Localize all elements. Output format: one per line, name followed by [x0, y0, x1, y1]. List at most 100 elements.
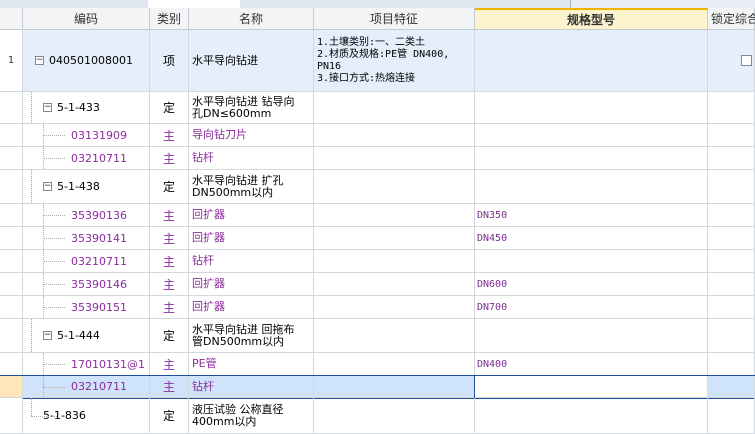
code-cell[interactable]: 03210711 — [23, 250, 150, 273]
name-column-header[interactable]: 名称 — [189, 8, 314, 30]
features-cell[interactable] — [314, 170, 475, 204]
material-row[interactable]: 03210711 主钻杆 — [0, 147, 755, 170]
category-cell[interactable]: 定 — [150, 398, 189, 434]
spec-cell[interactable]: DN600 — [475, 273, 708, 296]
code-cell[interactable]: −5-1-438 — [23, 170, 150, 204]
bill-item-row[interactable]: 1−040501008001 项水平导向钻进 1.土壤类别:一、二类土 2.材质及规… — [0, 30, 755, 92]
code-column-header[interactable]: 编码 — [23, 8, 150, 30]
lock-cell[interactable] — [708, 273, 755, 296]
lock-cell[interactable] — [708, 124, 755, 147]
name-cell[interactable]: 水平导向钻进 扩孔 DN500mm以内 — [189, 170, 314, 204]
category-cell[interactable]: 主 — [150, 273, 189, 296]
category-cell[interactable]: 主 — [150, 124, 189, 147]
row-number[interactable] — [0, 250, 23, 273]
lock-cell[interactable] — [708, 147, 755, 170]
material-row[interactable]: 35390136 主回扩器 DN350 — [0, 204, 755, 227]
code-cell[interactable]: −5-1-433 — [23, 92, 150, 124]
code-cell[interactable]: 5-1-836 — [23, 398, 150, 434]
features-column-header[interactable]: 项目特征 — [314, 8, 475, 30]
lock-cell[interactable] — [708, 319, 755, 353]
lock-cell[interactable] — [708, 353, 755, 376]
row-number[interactable] — [0, 124, 23, 147]
tab[interactable] — [240, 0, 316, 8]
row-number[interactable] — [0, 204, 23, 227]
features-cell[interactable] — [314, 124, 475, 147]
name-cell[interactable]: 液压试验 公称直径 400mm以内 — [189, 398, 314, 434]
lock-cell[interactable] — [708, 296, 755, 319]
material-row[interactable]: 35390146 主回扩器 DN600 — [0, 273, 755, 296]
tab[interactable] — [475, 0, 571, 8]
code-cell[interactable]: 35390146 — [23, 273, 150, 296]
row-number[interactable] — [0, 170, 23, 204]
lock-cell[interactable] — [708, 30, 755, 92]
spec-column-header[interactable]: 规格型号 — [475, 8, 708, 30]
row-number[interactable] — [0, 92, 23, 124]
row-number[interactable] — [0, 398, 23, 434]
code-cell[interactable]: 35390136 — [23, 204, 150, 227]
category-cell[interactable]: 项 — [150, 30, 189, 92]
code-cell[interactable]: −5-1-444 — [23, 319, 150, 353]
quota-row[interactable]: −5-1-433 定水平导向钻进 钻导向 孔DN≤600mm — [0, 92, 755, 124]
category-cell[interactable]: 主 — [150, 250, 189, 273]
lock-cell[interactable] — [708, 250, 755, 273]
features-cell[interactable] — [314, 273, 475, 296]
spec-cell[interactable] — [475, 170, 708, 204]
code-cell[interactable]: 35390141 — [23, 227, 150, 250]
code-cell[interactable]: 35390151 — [23, 296, 150, 319]
features-cell[interactable] — [314, 376, 475, 398]
collapse-toggle-icon[interactable]: − — [43, 182, 52, 191]
features-cell[interactable] — [314, 353, 475, 376]
features-cell[interactable] — [314, 250, 475, 273]
quota-row[interactable]: −5-1-444 定水平导向钻进 回拖布 管DN500mm以内 — [0, 319, 755, 353]
spec-cell[interactable] — [475, 30, 708, 92]
features-cell[interactable] — [314, 204, 475, 227]
tab[interactable] — [390, 0, 476, 8]
lock-cell[interactable] — [708, 204, 755, 227]
lock-column-header[interactable]: 锁定综合 — [708, 8, 755, 30]
spec-cell[interactable] — [475, 319, 708, 353]
code-cell[interactable]: 03210711 — [23, 147, 150, 170]
collapse-toggle-icon[interactable]: − — [35, 56, 44, 65]
code-cell[interactable]: 03210711 — [23, 376, 150, 398]
category-cell[interactable]: 主 — [150, 204, 189, 227]
code-cell[interactable]: 03131909 — [23, 124, 150, 147]
material-row[interactable]: 17010131@1 主 PE管 DN400 — [0, 353, 755, 376]
features-cell[interactable]: 1.土壤类别:一、二类土 2.材质及规格:PE管 DN400, PN16 3.接… — [314, 30, 475, 92]
category-cell[interactable]: 主 — [150, 353, 189, 376]
collapse-toggle-icon[interactable]: − — [43, 103, 52, 112]
material-row[interactable]: 35390141 主回扩器 DN450 — [0, 227, 755, 250]
category-cell[interactable]: 主 — [150, 227, 189, 250]
name-cell[interactable]: 回扩器 — [189, 296, 314, 319]
quota-row[interactable]: −5-1-438 定水平导向钻进 扩孔 DN500mm以内 — [0, 170, 755, 204]
name-cell[interactable]: 回扩器 — [189, 227, 314, 250]
spec-cell[interactable]: DN350 — [475, 204, 708, 227]
name-cell[interactable]: 回扩器 — [189, 204, 314, 227]
row-number[interactable] — [0, 227, 23, 250]
lock-cell[interactable] — [708, 376, 755, 398]
lock-cell[interactable] — [708, 170, 755, 204]
row-number[interactable] — [0, 376, 23, 398]
collapse-toggle-icon[interactable]: − — [43, 331, 52, 340]
spec-cell[interactable]: DN450 — [475, 227, 708, 250]
row-number[interactable] — [0, 273, 23, 296]
category-cell[interactable]: 定 — [150, 170, 189, 204]
row-number[interactable] — [0, 353, 23, 376]
lock-cell[interactable] — [708, 227, 755, 250]
spec-cell[interactable] — [475, 92, 708, 124]
row-number[interactable] — [0, 147, 23, 170]
spec-cell[interactable] — [475, 250, 708, 273]
row-number[interactable] — [0, 296, 23, 319]
material-row[interactable]: 03210711 主钻杆 — [0, 250, 755, 273]
spec-cell[interactable] — [474, 375, 709, 399]
spec-cell[interactable] — [475, 147, 708, 170]
features-cell[interactable] — [314, 92, 475, 124]
code-cell[interactable]: 17010131@1 — [23, 353, 150, 376]
material-row[interactable]: 03210711 主钻杆 — [0, 375, 755, 399]
spec-cell[interactable] — [475, 398, 708, 434]
row-number[interactable]: 1 — [0, 30, 23, 92]
tab[interactable] — [315, 0, 391, 8]
category-cell[interactable]: 定 — [150, 319, 189, 353]
material-row[interactable]: 35390151 主回扩器 DN700 — [0, 296, 755, 319]
category-cell[interactable]: 定 — [150, 92, 189, 124]
name-cell[interactable]: PE管 — [189, 353, 314, 376]
